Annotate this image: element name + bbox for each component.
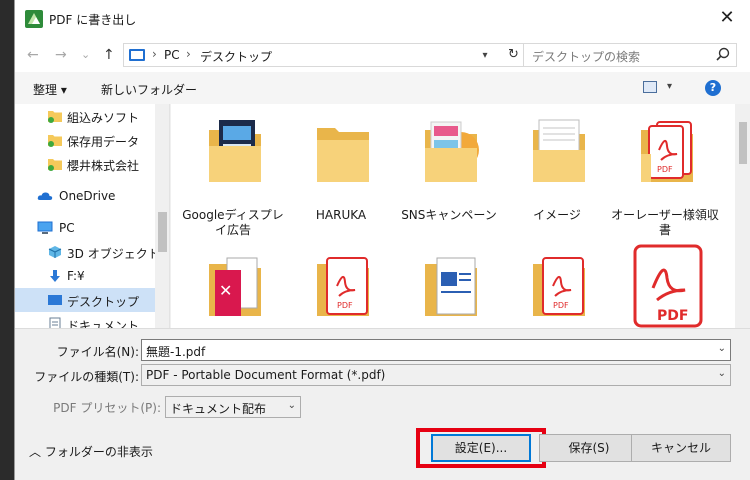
file-name: イメージ <box>533 208 581 222</box>
folder-screenshots-icon <box>533 119 585 182</box>
chevron-down-icon[interactable]: ▾ <box>476 50 494 68</box>
recent-locations-button[interactable]: ⌄ <box>81 48 90 61</box>
hide-folders-toggle[interactable]: ︿ フォルダーの非表示 <box>29 443 153 460</box>
cloud-icon <box>37 192 53 200</box>
pdf-export-dialog: PDF に書き出し ✕ ← → ⌄ ↑ › PC › デスクトップ ▾ ↻ デス… <box>14 0 750 480</box>
sidebar-item-documents[interactable]: ドキュメント <box>15 312 155 328</box>
sidebar-item-3d-objects[interactable]: 3D オブジェクト <box>15 240 160 264</box>
sidebar-item-label: PC <box>59 221 75 235</box>
computer-icon <box>37 221 53 234</box>
chevron-up-icon: ︿ <box>29 445 42 459</box>
sidebar-item-f-drive[interactable]: F:¥ <box>15 264 155 288</box>
file-name: SNSキャンペーン <box>401 208 497 222</box>
filetype-value: PDF - Portable Document Format (*.pdf) <box>146 368 386 382</box>
forward-button[interactable]: → <box>55 47 67 63</box>
folder-word-icon <box>425 257 477 316</box>
cube-icon <box>48 246 62 258</box>
scrollbar-thumb[interactable] <box>158 212 167 252</box>
folder-icon <box>48 159 62 171</box>
folder-pdf-icon: PDF <box>317 257 369 316</box>
sidebar-item-label: F:¥ <box>67 269 85 283</box>
settings-button[interactable]: 設定(E)... <box>431 434 531 462</box>
view-options-icon[interactable] <box>643 81 657 93</box>
folder-pdf-icon: PDF <box>641 121 693 182</box>
navigation-pane: 組込みソフト 保存用データ 櫻井株式会社 OneDrive PC 3D オブジェ… <box>15 104 170 328</box>
file-list-scrollbar[interactable] <box>735 104 750 328</box>
command-bar: 整理 ▾ 新しいフォルダー ▾ ? <box>15 72 750 104</box>
file-list: Googleディスプレイ広告 HARUKA SNSキャンペーン イメージ PDF… <box>171 104 735 328</box>
navigation-scrollbar[interactable] <box>155 104 169 328</box>
sidebar-item-hozon-data[interactable]: 保存用データ <box>15 128 155 152</box>
chevron-right-icon: › <box>152 47 157 61</box>
sidebar-item-label: 保存用データ <box>67 135 140 149</box>
pc-icon <box>129 49 145 61</box>
new-folder-button[interactable]: 新しいフォルダー <box>101 81 197 98</box>
filetype-label: ファイルの種類(T): <box>34 370 139 384</box>
dialog-title: PDF に書き出し <box>49 13 137 27</box>
filename-value: 無題-1.pdf <box>146 345 206 359</box>
save-button[interactable]: 保存(S) <box>539 434 639 462</box>
search-icon <box>716 47 730 61</box>
folder-pdf-icon: PDF <box>533 257 585 316</box>
filename-field[interactable]: 無題-1.pdf ⌄ <box>141 339 731 361</box>
close-button[interactable]: ✕ <box>715 6 739 30</box>
file-name: オーレーザー様領収書 <box>611 208 719 237</box>
sidebar-item-onedrive[interactable]: OneDrive <box>15 184 155 208</box>
drive-icon <box>50 270 60 282</box>
chevron-down-icon[interactable]: ⌄ <box>718 368 726 379</box>
chevron-down-icon[interactable]: ⌄ <box>718 343 726 354</box>
folder-icon <box>48 135 62 147</box>
sidebar-item-desktop[interactable]: デスクトップ <box>15 288 155 312</box>
folder-xmind-icon: ✕ <box>209 257 261 316</box>
sidebar-item-label: 櫻井株式会社 <box>67 159 140 173</box>
up-button[interactable]: ↑ <box>103 47 115 63</box>
pdf-badge: PDF <box>657 308 689 324</box>
filename-label: ファイル名(N): <box>56 345 139 359</box>
scrollbar-thumb[interactable] <box>739 122 747 164</box>
help-button[interactable]: ? <box>705 80 721 96</box>
sidebar-item-sakurai[interactable]: 櫻井株式会社 <box>15 152 155 176</box>
documents-icon <box>49 317 61 328</box>
sidebar-item-pc[interactable]: PC <box>15 216 155 240</box>
cancel-button[interactable]: キャンセル <box>631 434 731 462</box>
navigation-bar: ← → ⌄ ↑ › PC › デスクトップ ▾ ↻ デスクトップの検索 <box>15 38 750 72</box>
back-button[interactable]: ← <box>27 47 39 63</box>
preset-select[interactable]: ドキュメント配布 ⌄ <box>165 396 301 418</box>
sidebar-item-label: デスクトップ <box>67 295 140 309</box>
search-placeholder: デスクトップの検索 <box>532 50 641 64</box>
folder-images-icon <box>425 121 479 182</box>
address-bar[interactable]: › PC › デスクトップ ▾ <box>123 43 505 67</box>
chevron-down-icon[interactable]: ⌄ <box>288 400 296 411</box>
breadcrumb-pc[interactable]: PC <box>164 48 180 62</box>
title-bar: PDF に書き出し ✕ <box>15 0 750 38</box>
organize-button[interactable]: 整理 ▾ <box>33 81 67 98</box>
file-name: Googleディスプレイ広告 <box>182 208 284 237</box>
preset-label: PDF プリセット(P): <box>53 401 161 415</box>
folder-icon <box>48 111 62 123</box>
preset-value: ドキュメント配布 <box>170 402 267 416</box>
svg-text:PDF: PDF <box>337 301 353 310</box>
sidebar-item-label: OneDrive <box>59 189 116 203</box>
app-icon <box>25 10 43 28</box>
chevron-down-icon[interactable]: ▾ <box>667 81 672 92</box>
sidebar-item-label: 組込みソフト <box>67 111 140 125</box>
hide-folders-label: フォルダーの非表示 <box>44 445 153 459</box>
sidebar-item-label: 3D オブジェクト <box>67 247 160 261</box>
desktop-icon <box>48 295 62 305</box>
svg-text:✕: ✕ <box>219 281 232 300</box>
sidebar-item-kumikomi-soft[interactable]: 組込みソフト <box>15 104 155 128</box>
breadcrumb-desktop[interactable]: デスクトップ <box>200 48 272 65</box>
file-name: HARUKA <box>315 208 367 222</box>
svg-text:PDF: PDF <box>553 301 569 310</box>
filetype-select[interactable]: PDF - Portable Document Format (*.pdf) ⌄ <box>141 364 731 386</box>
folder-magazine-icon <box>209 120 261 182</box>
sidebar-item-label: ドキュメント <box>67 319 140 328</box>
search-input[interactable]: デスクトップの検索 <box>523 43 737 67</box>
refresh-button[interactable]: ↻ <box>503 43 525 67</box>
folder-icon <box>317 128 369 182</box>
svg-text:PDF: PDF <box>657 165 673 174</box>
chevron-right-icon: › <box>186 47 191 61</box>
